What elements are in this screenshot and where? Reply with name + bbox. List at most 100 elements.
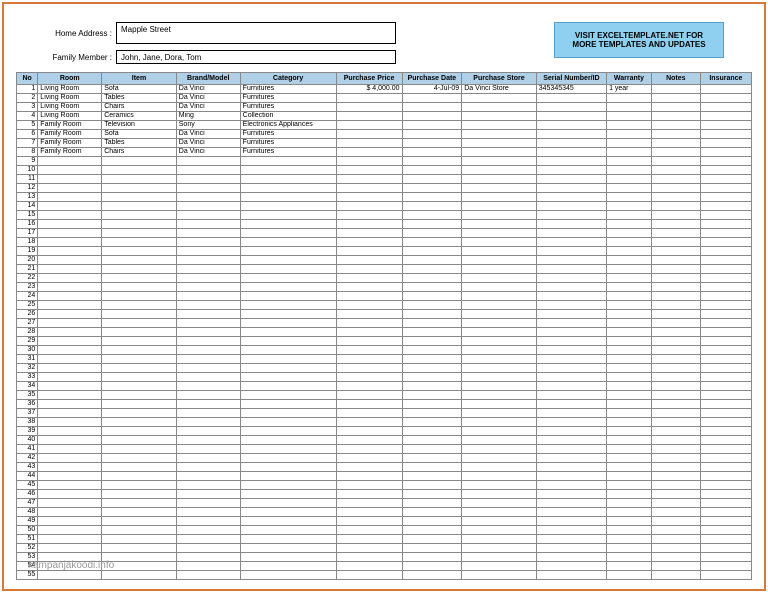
table-cell[interactable]: Furnitures bbox=[240, 148, 336, 157]
table-cell[interactable] bbox=[651, 112, 700, 121]
table-cell[interactable] bbox=[38, 184, 102, 193]
table-cell[interactable] bbox=[336, 292, 402, 301]
table-cell[interactable] bbox=[402, 319, 462, 328]
table-cell[interactable] bbox=[240, 472, 336, 481]
table-cell[interactable] bbox=[402, 463, 462, 472]
table-cell[interactable] bbox=[102, 175, 177, 184]
table-cell[interactable]: 9 bbox=[17, 157, 38, 166]
table-cell[interactable] bbox=[700, 265, 751, 274]
table-cell[interactable] bbox=[176, 409, 240, 418]
table-cell[interactable] bbox=[536, 328, 606, 337]
table-cell[interactable] bbox=[651, 94, 700, 103]
table-cell[interactable] bbox=[176, 562, 240, 571]
table-cell[interactable] bbox=[38, 427, 102, 436]
table-row[interactable]: 30 bbox=[17, 346, 752, 355]
table-cell[interactable] bbox=[651, 121, 700, 130]
table-cell[interactable] bbox=[240, 508, 336, 517]
table-cell[interactable] bbox=[607, 265, 652, 274]
table-cell[interactable]: 24 bbox=[17, 292, 38, 301]
table-cell[interactable] bbox=[336, 499, 402, 508]
table-cell[interactable] bbox=[102, 418, 177, 427]
table-cell[interactable] bbox=[651, 382, 700, 391]
table-cell[interactable] bbox=[402, 445, 462, 454]
table-cell[interactable] bbox=[336, 319, 402, 328]
table-cell[interactable] bbox=[176, 274, 240, 283]
table-cell[interactable] bbox=[336, 328, 402, 337]
table-cell[interactable] bbox=[336, 130, 402, 139]
table-cell[interactable] bbox=[336, 121, 402, 130]
table-cell[interactable] bbox=[700, 562, 751, 571]
table-cell[interactable] bbox=[38, 301, 102, 310]
table-cell[interactable] bbox=[402, 553, 462, 562]
table-cell[interactable] bbox=[240, 481, 336, 490]
table-cell[interactable] bbox=[402, 229, 462, 238]
table-cell[interactable] bbox=[607, 283, 652, 292]
table-cell[interactable] bbox=[102, 472, 177, 481]
table-cell[interactable] bbox=[462, 274, 537, 283]
table-cell[interactable]: Da Vinci bbox=[176, 94, 240, 103]
table-cell[interactable] bbox=[462, 337, 537, 346]
table-cell[interactable] bbox=[607, 94, 652, 103]
table-cell[interactable] bbox=[607, 328, 652, 337]
table-cell[interactable] bbox=[462, 472, 537, 481]
table-cell[interactable] bbox=[240, 265, 336, 274]
table-cell[interactable] bbox=[240, 193, 336, 202]
table-cell[interactable] bbox=[651, 490, 700, 499]
table-cell[interactable] bbox=[462, 184, 537, 193]
table-cell[interactable] bbox=[38, 166, 102, 175]
table-cell[interactable] bbox=[38, 283, 102, 292]
table-cell[interactable] bbox=[536, 346, 606, 355]
table-cell[interactable] bbox=[462, 463, 537, 472]
table-cell[interactable] bbox=[700, 193, 751, 202]
table-cell[interactable] bbox=[536, 166, 606, 175]
table-cell[interactable] bbox=[402, 364, 462, 373]
table-cell[interactable] bbox=[700, 247, 751, 256]
table-row[interactable]: 48 bbox=[17, 508, 752, 517]
table-cell[interactable] bbox=[607, 175, 652, 184]
table-cell[interactable] bbox=[102, 337, 177, 346]
table-cell[interactable] bbox=[402, 139, 462, 148]
table-cell[interactable] bbox=[607, 490, 652, 499]
table-cell[interactable] bbox=[462, 364, 537, 373]
table-cell[interactable] bbox=[402, 103, 462, 112]
table-cell[interactable] bbox=[336, 301, 402, 310]
table-cell[interactable] bbox=[607, 355, 652, 364]
table-cell[interactable] bbox=[336, 211, 402, 220]
table-cell[interactable]: 47 bbox=[17, 499, 38, 508]
table-cell[interactable] bbox=[607, 202, 652, 211]
table-cell[interactable] bbox=[651, 139, 700, 148]
table-cell[interactable] bbox=[607, 391, 652, 400]
table-cell[interactable] bbox=[102, 454, 177, 463]
table-cell[interactable] bbox=[536, 202, 606, 211]
table-cell[interactable] bbox=[607, 562, 652, 571]
table-cell[interactable] bbox=[336, 148, 402, 157]
table-cell[interactable] bbox=[607, 301, 652, 310]
table-cell[interactable] bbox=[240, 409, 336, 418]
table-cell[interactable]: 29 bbox=[17, 337, 38, 346]
table-cell[interactable]: Ceramics bbox=[102, 112, 177, 121]
table-cell[interactable] bbox=[700, 85, 751, 94]
table-cell[interactable] bbox=[651, 337, 700, 346]
table-cell[interactable] bbox=[176, 499, 240, 508]
table-cell[interactable] bbox=[240, 346, 336, 355]
table-cell[interactable] bbox=[402, 292, 462, 301]
table-cell[interactable] bbox=[102, 364, 177, 373]
table-cell[interactable] bbox=[651, 409, 700, 418]
table-cell[interactable] bbox=[607, 418, 652, 427]
table-cell[interactable] bbox=[651, 238, 700, 247]
table-cell[interactable] bbox=[336, 409, 402, 418]
table-cell[interactable] bbox=[607, 238, 652, 247]
table-cell[interactable] bbox=[402, 346, 462, 355]
table-cell[interactable] bbox=[536, 256, 606, 265]
table-cell[interactable] bbox=[38, 247, 102, 256]
table-cell[interactable] bbox=[700, 238, 751, 247]
table-cell[interactable]: 5 bbox=[17, 121, 38, 130]
table-cell[interactable] bbox=[402, 454, 462, 463]
table-cell[interactable] bbox=[607, 139, 652, 148]
table-cell[interactable] bbox=[607, 553, 652, 562]
table-cell[interactable] bbox=[462, 535, 537, 544]
table-row[interactable]: 47 bbox=[17, 499, 752, 508]
table-cell[interactable]: 8 bbox=[17, 148, 38, 157]
table-cell[interactable] bbox=[102, 292, 177, 301]
table-cell[interactable] bbox=[651, 562, 700, 571]
